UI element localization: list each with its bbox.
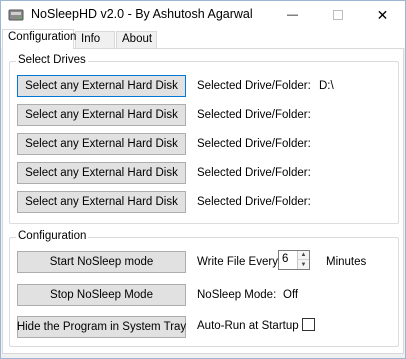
tab-about[interactable]: About [116, 31, 157, 48]
configuration-legend: Configuration [16, 230, 89, 242]
minimize-button[interactable]: — [270, 1, 315, 29]
spinner-buttons: ▲ ▼ [297, 251, 309, 269]
select-drives-legend: Select Drives [16, 54, 88, 66]
stop-nosleep-button[interactable]: Stop NoSleep Mode [17, 284, 186, 306]
spin-up-icon[interactable]: ▲ [298, 251, 309, 260]
tab-strip: Configuration Info About [1, 29, 405, 49]
write-unit-label: Minutes [326, 256, 367, 268]
close-button[interactable]: ✕ [360, 1, 405, 29]
autorun-checkbox[interactable] [302, 318, 315, 331]
selected-drive-label-1: Selected Drive/Folder: [197, 80, 311, 92]
write-interval-value: 6 [282, 253, 289, 265]
tab-info[interactable]: Info [75, 31, 115, 48]
selected-drive-label-3: Selected Drive/Folder: [197, 138, 311, 150]
tab-configuration[interactable]: Configuration [2, 29, 76, 49]
selected-drive-value-1: D:\ [319, 80, 334, 92]
select-disk-button-1[interactable]: Select any External Hard Disk [17, 75, 186, 97]
minimize-icon: — [287, 9, 298, 21]
autorun-label: Auto-Run at Startup [197, 320, 299, 332]
window-title: NoSleepHD v2.0 - By Ashutosh Agarwal [31, 7, 253, 21]
maximize-icon [332, 10, 343, 20]
select-disk-button-2[interactable]: Select any External Hard Disk [17, 104, 186, 126]
selected-drive-label-2: Selected Drive/Folder: [197, 109, 311, 121]
selected-drive-label-4: Selected Drive/Folder: [197, 167, 311, 179]
select-disk-button-3[interactable]: Select any External Hard Disk [17, 133, 186, 155]
hide-to-tray-button[interactable]: Hide the Program in System Tray [17, 316, 186, 338]
configuration-panel: Select Drives Select any External Hard D… [2, 48, 404, 354]
select-disk-button-4[interactable]: Select any External Hard Disk [17, 162, 186, 184]
select-disk-button-5[interactable]: Select any External Hard Disk [17, 191, 186, 213]
start-nosleep-button[interactable]: Start NoSleep mode [17, 251, 186, 273]
nosleep-status-label: NoSleep Mode: [197, 289, 277, 301]
app-window: NoSleepHD v2.0 - By Ashutosh Agarwal — ✕… [0, 0, 406, 359]
close-icon: ✕ [376, 6, 389, 23]
nosleep-status-value: Off [283, 289, 299, 301]
write-file-label: Write File Every: [197, 256, 282, 268]
app-icon [8, 9, 24, 21]
maximize-button[interactable] [315, 1, 360, 29]
write-interval-spinner[interactable]: 6 ▲ ▼ [278, 250, 310, 270]
selected-drive-label-5: Selected Drive/Folder: [197, 196, 311, 208]
spin-down-icon[interactable]: ▼ [298, 260, 309, 269]
title-bar[interactable]: NoSleepHD v2.0 - By Ashutosh Agarwal — ✕ [1, 1, 405, 29]
